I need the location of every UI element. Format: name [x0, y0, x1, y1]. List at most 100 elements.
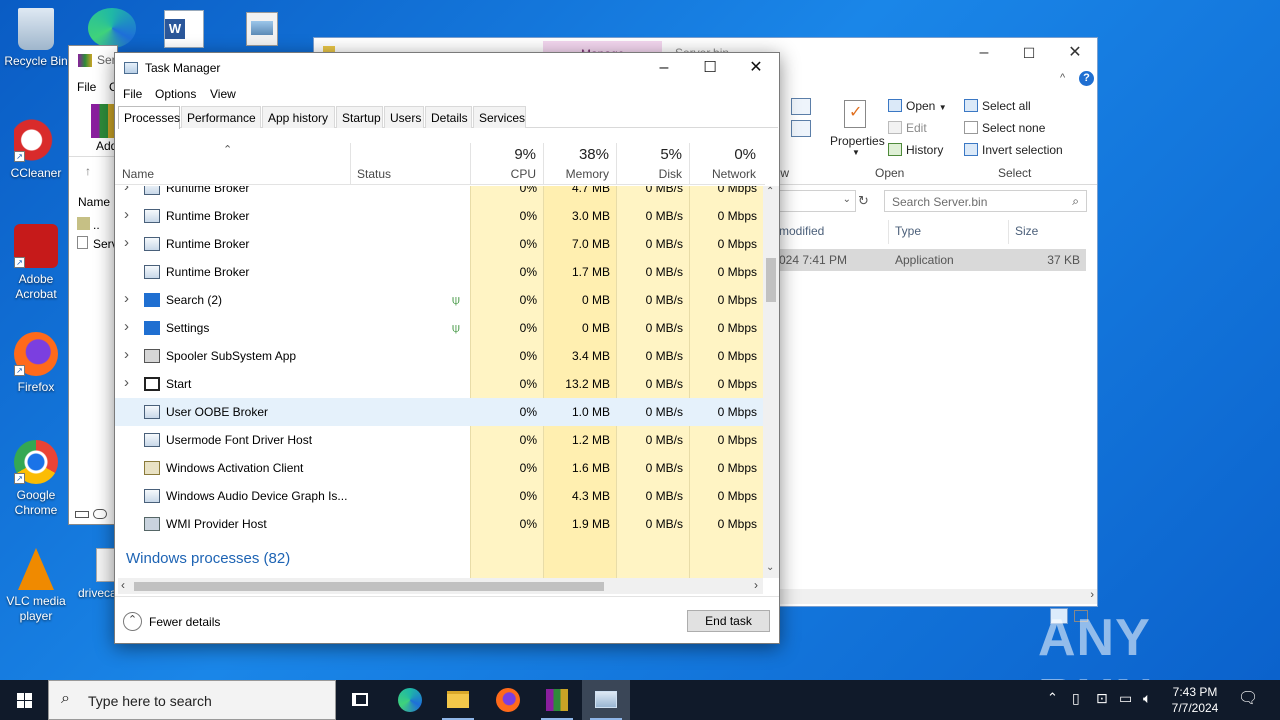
desktop-icon-adobe-acrobat[interactable]: ↗ Adobe Acrobat — [0, 224, 72, 302]
taskbar-file-explorer[interactable] — [434, 680, 482, 720]
minimize-button[interactable]: – — [641, 53, 687, 83]
column-size[interactable]: Size — [1015, 224, 1038, 238]
taskbar-edge[interactable] — [386, 680, 434, 720]
taskbar-task-manager[interactable] — [582, 680, 630, 720]
expand-chevron-icon[interactable]: › — [124, 346, 129, 363]
process-row[interactable]: Windows Activation Client 0% 1.6 MB 0 MB/s 0… — [115, 454, 763, 482]
winrar-col-name[interactable]: Name — [78, 195, 110, 209]
column-name[interactable]: Name — [115, 143, 350, 185]
group-header-windows-processes[interactable]: Windows processes (82) — [126, 550, 290, 567]
desktop-icon-ccleaner[interactable]: ↗ CCleaner — [0, 118, 72, 181]
tab-services[interactable]: Services — [473, 106, 526, 128]
process-row[interactable]: › Runtime Broker 0% 4.7 MB 0 MB/s 0 Mbps — [115, 186, 763, 202]
expand-chevron-icon[interactable]: › — [124, 318, 129, 335]
start-button[interactable] — [0, 680, 48, 720]
scroll-right-icon[interactable]: › — [754, 578, 758, 592]
new-item-icon[interactable] — [791, 98, 811, 115]
desktop-icon-vlc[interactable]: VLC media player — [0, 548, 72, 624]
file-row-server-bin[interactable]: 024 7:41 PM Application 37 KB — [779, 249, 1086, 271]
task-manager-window[interactable]: Task Manager – ☐ ✕ File Options View Pro… — [114, 52, 780, 644]
show-hidden-icons-chevron-icon[interactable]: ⌃ — [1047, 690, 1058, 706]
winrar-menu-file[interactable]: File — [77, 80, 96, 94]
volume-icon[interactable]: 🔈︎ — [1143, 690, 1151, 707]
menu-file[interactable]: File — [123, 87, 142, 101]
image-file-desktop-icon[interactable] — [246, 12, 278, 46]
process-row[interactable]: › Runtime Broker 0% 3.0 MB 0 MB/s 0 Mbps — [115, 202, 763, 230]
column-status[interactable]: Status — [350, 143, 470, 185]
ribbon-select-all[interactable]: Select all — [964, 99, 1031, 113]
menu-options[interactable]: Options — [155, 87, 196, 101]
column-network[interactable]: 0% Network — [689, 143, 763, 185]
expand-chevron-icon[interactable]: › — [124, 206, 129, 223]
help-icon[interactable]: ? — [1079, 71, 1094, 86]
winrar-row-parent[interactable]: .. — [93, 218, 100, 232]
tab-details[interactable]: Details — [425, 106, 472, 128]
winrar-window[interactable]: Ser File C Add ↑ Name .. Serv — [68, 45, 119, 525]
task-manager-titlebar[interactable]: Task Manager – ☐ ✕ — [115, 53, 779, 83]
process-row[interactable]: Runtime Broker 0% 1.7 MB 0 MB/s 0 Mbps — [115, 258, 763, 286]
scroll-up-icon[interactable]: ⌃ — [766, 186, 774, 197]
expand-chevron-icon[interactable]: › — [124, 186, 129, 195]
ribbon-properties[interactable]: Properties — [830, 134, 885, 148]
taskbar-clock[interactable]: 7:43 PM 7/7/2024 — [1166, 684, 1224, 716]
end-task-button[interactable]: End task — [687, 610, 770, 632]
taskbar-winrar[interactable] — [533, 680, 581, 720]
refresh-icon[interactable]: ↻ — [858, 193, 869, 209]
ribbon-history[interactable]: History — [888, 143, 943, 157]
desktop-icon-firefox[interactable]: ↗ Firefox — [0, 332, 72, 395]
explorer-close-button[interactable]: ✕ — [1052, 38, 1098, 68]
up-arrow-icon[interactable]: ↑ — [85, 164, 91, 178]
process-row[interactable]: › Runtime Broker 0% 7.0 MB 0 MB/s 0 Mbps — [115, 230, 763, 258]
address-bar[interactable]: ⌄ — [779, 190, 856, 212]
process-row[interactable]: Windows Audio Device Graph Is... 0% 4.3 MB… — [115, 482, 763, 510]
expand-chevron-icon[interactable]: › — [124, 234, 129, 251]
search-input[interactable]: Search Server.bin — [892, 195, 987, 209]
chevron-up-icon[interactable]: ⌃ — [123, 612, 142, 631]
chevron-down-icon[interactable]: ⌄ — [843, 194, 851, 205]
desktop-icon-google-chrome[interactable]: ↗ Google Chrome — [0, 440, 72, 518]
tab-processes[interactable]: Processes — [118, 106, 180, 129]
tab-users[interactable]: Users — [384, 106, 424, 128]
expand-chevron-icon[interactable]: › — [124, 290, 129, 307]
tab-app-history[interactable]: App history — [262, 106, 335, 128]
process-row[interactable]: › Settings ⍦ 0% 0 MB 0 MB/s 0 Mbps — [115, 314, 763, 342]
notification-icon[interactable]: 🗨︎ — [1238, 688, 1258, 708]
process-list[interactable]: › Runtime Broker 0% 4.7 MB 0 MB/s 0 Mbps › Runt… — [115, 186, 763, 578]
ribbon-invert-selection[interactable]: Invert selection — [964, 143, 1063, 157]
explorer-maximize-button[interactable]: ☐ — [1006, 38, 1052, 68]
process-row[interactable]: › Start 0% 13.2 MB 0 MB/s 0 Mbps — [115, 370, 763, 398]
vertical-scroll-thumb[interactable] — [766, 258, 776, 302]
process-row[interactable]: User OOBE Broker 0% 1.0 MB 0 MB/s 0 Mbps — [115, 398, 763, 426]
edge-desktop-icon[interactable] — [88, 8, 136, 48]
word-desktop-icon[interactable]: W — [164, 10, 204, 48]
taskbar-search-input[interactable]: Type here to search — [88, 693, 212, 709]
horizontal-scrollbar[interactable]: ‹ › — [118, 578, 763, 594]
ribbon-edit[interactable]: Edit — [888, 121, 927, 135]
explorer-hscroll[interactable]: › — [779, 589, 1097, 604]
menu-view[interactable]: View — [210, 87, 236, 101]
task-view-button[interactable] — [336, 680, 384, 720]
process-row[interactable]: Usermode Font Driver Host 0% 1.2 MB 0 MB/s 0… — [115, 426, 763, 454]
easy-access-icon[interactable] — [791, 120, 811, 137]
expand-chevron-icon[interactable]: › — [124, 374, 129, 391]
column-type[interactable]: Type — [895, 224, 921, 238]
column-memory[interactable]: 38% Memory — [543, 143, 616, 185]
fewer-details-link[interactable]: Fewer details — [149, 615, 220, 629]
tab-performance[interactable]: Performance — [181, 106, 261, 128]
ribbon-select-none[interactable]: Select none — [964, 121, 1045, 135]
ribbon-collapse-icon[interactable]: ^ — [1060, 72, 1065, 84]
column-cpu[interactable]: 9% CPU — [470, 143, 543, 185]
close-button[interactable]: ✕ — [733, 53, 779, 83]
horizontal-scroll-thumb[interactable] — [134, 582, 604, 591]
chevron-right-icon[interactable]: › — [1090, 589, 1094, 601]
device-icon[interactable]: ⊡ — [1096, 690, 1108, 707]
scroll-down-icon[interactable]: ⌄ — [766, 562, 774, 573]
desktop-icon-recycle-bin[interactable]: Recycle Bin — [0, 8, 72, 69]
process-row[interactable]: WMI Provider Host 0% 1.9 MB 0 MB/s 0 Mbps — [115, 510, 763, 538]
properties-icon[interactable]: ✓ — [844, 100, 866, 128]
process-row[interactable]: › Search (2) ⍦ 0% 0 MB 0 MB/s 0 Mbps — [115, 286, 763, 314]
tablet-icon[interactable]: ▯ — [1072, 690, 1080, 707]
maximize-button[interactable]: ☐ — [687, 53, 733, 83]
column-date-modified[interactable]: modified — [779, 224, 824, 238]
vertical-scrollbar[interactable]: ⌃ ⌄ — [763, 186, 779, 578]
